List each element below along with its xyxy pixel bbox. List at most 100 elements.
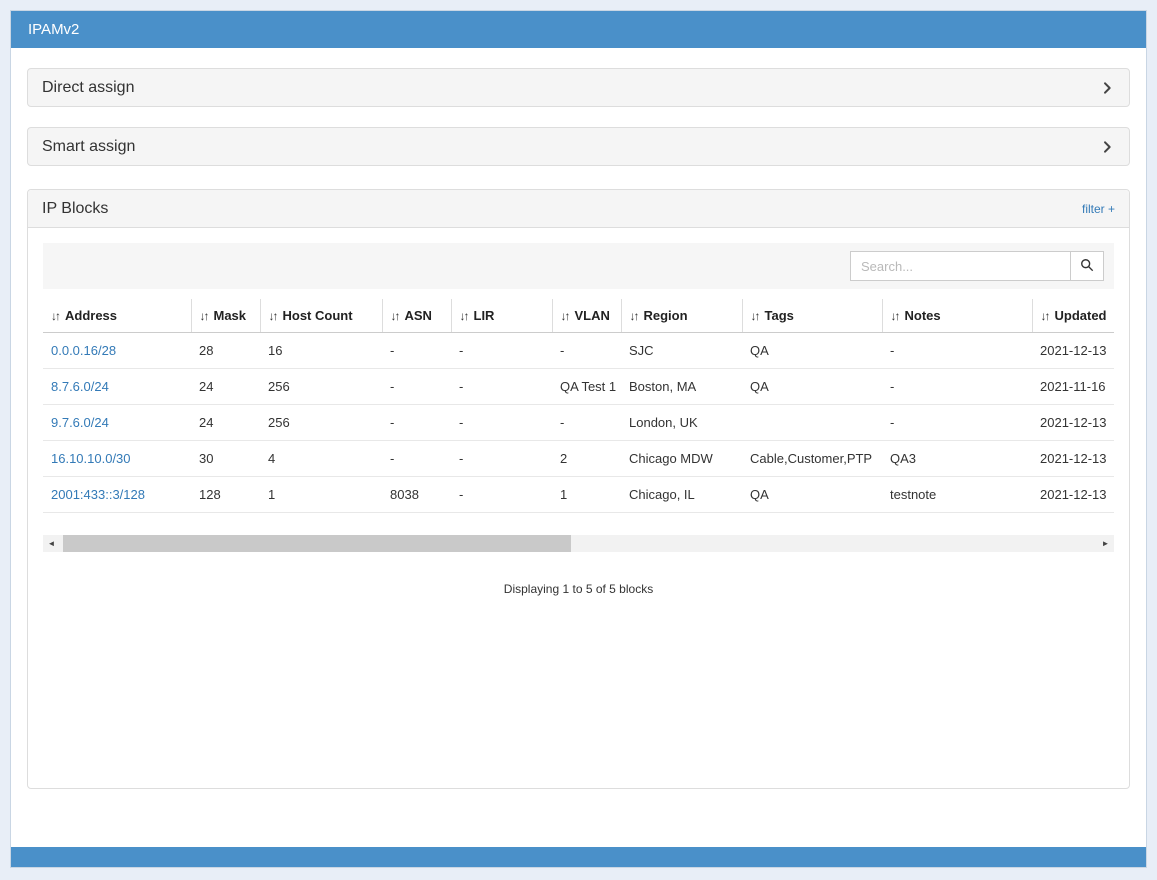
column-header-host-count[interactable]: ↓↑ Host Count bbox=[260, 299, 382, 333]
sort-icon: ↓↑ bbox=[891, 309, 899, 323]
column-label: LIR bbox=[474, 308, 495, 323]
search-button[interactable] bbox=[1070, 251, 1104, 281]
sort-icon: ↓↑ bbox=[630, 309, 638, 323]
table-cell: Cable,Customer,PTP bbox=[742, 441, 882, 477]
table-cell: 1 bbox=[260, 477, 382, 513]
table-cell: Boston, MA bbox=[621, 369, 742, 405]
table-cell: testnote bbox=[882, 477, 1032, 513]
app-title: IPAMv2 bbox=[28, 21, 79, 38]
table-body: 0.0.0.16/282816---SJCQA-2021-12-138.7.6.… bbox=[43, 333, 1114, 513]
column-label: Tags bbox=[765, 308, 794, 323]
table-cell: 1 bbox=[552, 477, 621, 513]
table-cell: 8038 bbox=[382, 477, 451, 513]
column-header-region[interactable]: ↓↑ Region bbox=[621, 299, 742, 333]
table-row: 16.10.10.0/30304--2Chicago MDWCable,Cust… bbox=[43, 441, 1114, 477]
address-link[interactable]: 2001:433::3/128 bbox=[43, 477, 191, 513]
table-cell: 256 bbox=[260, 405, 382, 441]
table-cell: London, UK bbox=[621, 405, 742, 441]
table-cell: 2 bbox=[552, 441, 621, 477]
table-cell: - bbox=[382, 441, 451, 477]
app-header: IPAMv2 bbox=[11, 11, 1146, 48]
table-cell: 2021-12-13 bbox=[1032, 477, 1114, 513]
sort-icon: ↓↑ bbox=[51, 309, 59, 323]
smart-assign-label: Smart assign bbox=[42, 138, 135, 156]
column-header-mask[interactable]: ↓↑ Mask bbox=[191, 299, 260, 333]
table-cell: - bbox=[552, 333, 621, 369]
filter-toggle-link[interactable]: filter + bbox=[1082, 202, 1115, 216]
column-label: Region bbox=[644, 308, 688, 323]
ip-blocks-panel: IP Blocks filter + ↓↑ Address ↓↑ Mask ↓↑ Host… bbox=[27, 189, 1130, 789]
column-header-tags[interactable]: ↓↑Tags bbox=[742, 299, 882, 333]
ip-blocks-title: IP Blocks bbox=[42, 200, 108, 218]
column-label: VLAN bbox=[575, 308, 610, 323]
column-header-notes[interactable]: ↓↑ Notes bbox=[882, 299, 1032, 333]
page-container: IPAMv2 Direct assign Smart assign IP Blo… bbox=[10, 10, 1147, 868]
column-header-lir[interactable]: ↓↑LIR bbox=[451, 299, 552, 333]
sort-icon: ↓↑ bbox=[200, 309, 208, 323]
column-header-updated[interactable]: ↓↑ Updated bbox=[1032, 299, 1114, 333]
address-link[interactable]: 9.7.6.0/24 bbox=[43, 405, 191, 441]
address-link[interactable]: 0.0.0.16/28 bbox=[43, 333, 191, 369]
table-cell: - bbox=[552, 405, 621, 441]
scrollbar-track[interactable] bbox=[60, 535, 1097, 552]
table-cell: 4 bbox=[260, 441, 382, 477]
ip-blocks-heading: IP Blocks filter + bbox=[28, 190, 1129, 228]
table-cell: - bbox=[451, 477, 552, 513]
sort-icon: ↓↑ bbox=[561, 309, 569, 323]
table-cell: 256 bbox=[260, 369, 382, 405]
table-cell: 128 bbox=[191, 477, 260, 513]
table-cell: - bbox=[882, 333, 1032, 369]
table-cell: Chicago MDW bbox=[621, 441, 742, 477]
direct-assign-panel[interactable]: Direct assign bbox=[27, 68, 1130, 107]
column-label: Address bbox=[65, 308, 117, 323]
table-cell: - bbox=[451, 333, 552, 369]
table-cell: 2021-12-13 bbox=[1032, 441, 1114, 477]
table-cell: 2021-11-16 bbox=[1032, 369, 1114, 405]
search-input[interactable] bbox=[850, 251, 1070, 281]
column-header-address[interactable]: ↓↑ Address bbox=[43, 299, 191, 333]
column-header-asn[interactable]: ↓↑ ASN bbox=[382, 299, 451, 333]
table-cell: 2021-12-13 bbox=[1032, 333, 1114, 369]
scrollbar-thumb[interactable] bbox=[63, 535, 571, 552]
smart-assign-panel[interactable]: Smart assign bbox=[27, 127, 1130, 166]
header-row: ↓↑Address↓↑Mask↓↑Host Count↓↑ASN↓↑LIR↓↑V… bbox=[43, 299, 1114, 333]
table-cell: - bbox=[451, 441, 552, 477]
search-icon bbox=[1080, 258, 1094, 275]
table-header: ↓↑Address↓↑Mask↓↑Host Count↓↑ASN↓↑LIR↓↑V… bbox=[43, 299, 1114, 333]
table-cell: QA Test 1 bbox=[552, 369, 621, 405]
column-label: Mask bbox=[214, 308, 247, 323]
scroll-left-icon[interactable]: ◄ bbox=[43, 535, 60, 552]
search-group bbox=[850, 251, 1104, 281]
scroll-right-icon[interactable]: ► bbox=[1097, 535, 1114, 552]
direct-assign-label: Direct assign bbox=[42, 79, 134, 97]
table-cell: 24 bbox=[191, 369, 260, 405]
table-cell: 24 bbox=[191, 405, 260, 441]
table-cell: QA bbox=[742, 369, 882, 405]
column-header-vlan[interactable]: ↓↑ VLAN bbox=[552, 299, 621, 333]
horizontal-scrollbar[interactable]: ◄ ► bbox=[43, 535, 1114, 552]
table-row: 8.7.6.0/2424256--QA Test 1Boston, MAQA-2… bbox=[43, 369, 1114, 405]
table-summary: Displaying 1 to 5 of 5 blocks bbox=[43, 582, 1114, 596]
table-cell: 30 bbox=[191, 441, 260, 477]
table-cell: - bbox=[882, 369, 1032, 405]
table-cell: - bbox=[451, 369, 552, 405]
table-cell: QA bbox=[742, 333, 882, 369]
table-toolbar bbox=[43, 243, 1114, 289]
table-row: 9.7.6.0/2424256---London, UK-2021-12-13 bbox=[43, 405, 1114, 441]
table-cell: - bbox=[451, 405, 552, 441]
column-label: Host Count bbox=[283, 308, 353, 323]
chevron-right-icon bbox=[1099, 139, 1115, 155]
table-cell: - bbox=[882, 405, 1032, 441]
sort-icon: ↓↑ bbox=[1041, 309, 1049, 323]
chevron-right-icon bbox=[1099, 80, 1115, 96]
table-cell: QA3 bbox=[882, 441, 1032, 477]
table-cell: 2021-12-13 bbox=[1032, 405, 1114, 441]
address-link[interactable]: 8.7.6.0/24 bbox=[43, 369, 191, 405]
table-row: 0.0.0.16/282816---SJCQA-2021-12-13 bbox=[43, 333, 1114, 369]
column-label: Notes bbox=[905, 308, 941, 323]
column-label: Updated bbox=[1055, 308, 1107, 323]
sort-icon: ↓↑ bbox=[391, 309, 399, 323]
address-link[interactable]: 16.10.10.0/30 bbox=[43, 441, 191, 477]
column-label: ASN bbox=[405, 308, 432, 323]
sort-icon: ↓↑ bbox=[269, 309, 277, 323]
